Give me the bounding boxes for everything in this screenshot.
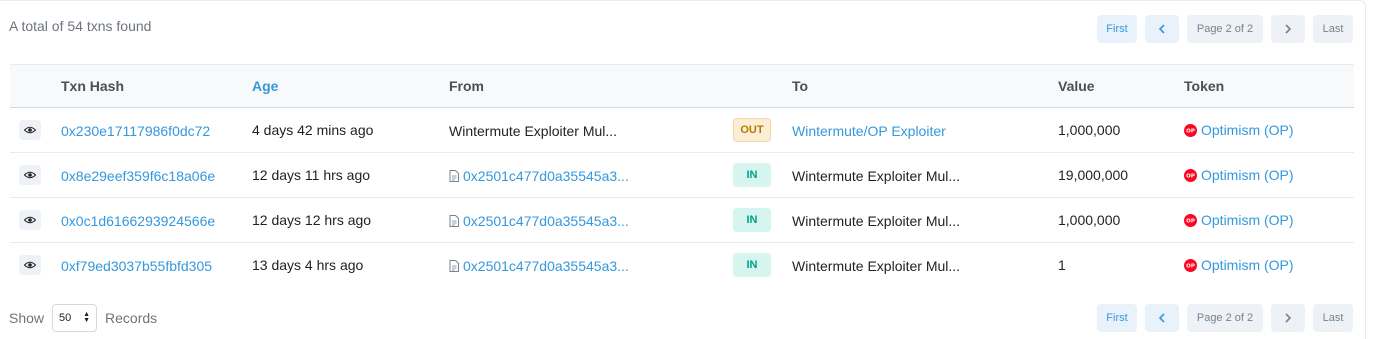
records-select-value: 50 (59, 312, 72, 324)
direction-badge: OUT (733, 118, 771, 142)
header-direction (733, 64, 792, 108)
header-to: To (792, 64, 1058, 108)
header-from: From (449, 64, 733, 108)
optimism-token-icon: OP (1184, 259, 1197, 273)
chevron-right-icon (1285, 24, 1292, 34)
contract-file-icon (449, 214, 459, 227)
table-row: 0x0c1d6166293924566e 12 days 12 hrs ago … (10, 198, 1354, 243)
eye-icon[interactable] (19, 165, 41, 185)
from-address-link[interactable]: 0x2501c477d0a35545a3... (463, 213, 629, 229)
chevron-right-icon (1285, 313, 1292, 323)
token-link[interactable]: Optimism (OP) (1201, 257, 1294, 273)
direction-badge: IN (733, 253, 771, 278)
page-info: Page 2 of 2 (1187, 15, 1263, 43)
from-address: Wintermute Exploiter Mul... (449, 122, 618, 139)
next-page-button[interactable] (1271, 15, 1305, 43)
records-label: Records (105, 310, 158, 326)
contract-file-icon (449, 259, 459, 272)
txn-value: 1 (1058, 257, 1066, 274)
contract-file-icon (449, 169, 459, 182)
token-link[interactable]: Optimism (OP) (1201, 167, 1294, 183)
chevron-left-icon (1158, 24, 1165, 34)
header-value: Value (1058, 64, 1184, 108)
svg-text:OP: OP (1186, 173, 1195, 179)
first-page-button[interactable]: First (1097, 15, 1137, 43)
header-preview (10, 64, 61, 108)
token-link[interactable]: Optimism (OP) (1201, 212, 1294, 228)
from-address-link[interactable]: 0x2501c477d0a35545a3... (463, 258, 629, 274)
txn-age: 12 days 12 hrs ago (252, 212, 372, 228)
eye-icon[interactable] (19, 210, 41, 230)
txn-hash-link[interactable]: 0x230e17117986f0dc72 (61, 123, 210, 139)
prev-page-button[interactable] (1145, 304, 1179, 332)
svg-text:OP: OP (1186, 218, 1195, 224)
prev-page-button[interactable] (1145, 15, 1179, 43)
token-link[interactable]: Optimism (OP) (1201, 122, 1294, 138)
direction-badge: IN (733, 208, 771, 232)
last-page-button[interactable]: Last (1313, 15, 1353, 43)
txn-age: 4 days 42 mins ago (252, 122, 374, 138)
table-row: 0x8e29eef359f6c18a06e 12 days 11 hrs ago… (10, 153, 1354, 198)
to-address: Wintermute Exploiter Mul... (792, 257, 961, 274)
select-caret-icon: ▲ ▼ (83, 311, 91, 324)
last-page-button[interactable]: Last (1313, 304, 1353, 332)
to-address: Wintermute Exploiter Mul... (792, 167, 961, 184)
table-row: 0x230e17117986f0dc72 4 days 42 mins ago … (10, 108, 1354, 153)
header-token: Token (1184, 64, 1354, 108)
from-address-link[interactable]: 0x2501c477d0a35545a3... (463, 168, 629, 184)
to-address: Wintermute Exploiter Mul... (792, 212, 961, 229)
page-info: Page 2 of 2 (1187, 304, 1263, 332)
optimism-token-icon: OP (1184, 213, 1197, 227)
pagination-bottom: First Page 2 of 2 Last (1097, 304, 1353, 332)
records-per-page: Show 50 ▲ ▼ Records (9, 304, 157, 332)
txn-value: 19,000,000 (1058, 167, 1129, 183)
txn-value: 1,000,000 (1058, 122, 1121, 138)
transactions-table: Txn Hash Age From To Value Token 0x230e1… (10, 64, 1354, 288)
chevron-left-icon (1158, 313, 1165, 323)
txn-count-summary: A total of 54 txns found (9, 18, 152, 34)
transactions-card: A total of 54 txns found First Page 2 of… (0, 0, 1366, 339)
txn-age: 12 days 11 hrs ago (252, 167, 371, 183)
eye-icon[interactable] (19, 255, 41, 276)
direction-badge: IN (733, 163, 771, 187)
pagination-top: First Page 2 of 2 Last (1097, 15, 1353, 43)
next-page-button[interactable] (1271, 304, 1305, 332)
txn-hash-link[interactable]: 0x8e29eef359f6c18a06e (61, 168, 215, 184)
txn-hash-link[interactable]: 0xf79ed3037b55fbfd305 (61, 258, 212, 274)
optimism-token-icon: OP (1184, 123, 1197, 137)
records-select[interactable]: 50 ▲ ▼ (52, 304, 98, 332)
optimism-token-icon: OP (1184, 168, 1197, 182)
to-address-link[interactable]: Wintermute/OP Exploiter (792, 123, 946, 139)
show-label: Show (9, 310, 45, 326)
txn-hash-link[interactable]: 0x0c1d6166293924566e (61, 213, 215, 229)
header-age[interactable]: Age (252, 64, 449, 108)
header-txn-hash: Txn Hash (61, 64, 252, 108)
table-header-row: Txn Hash Age From To Value Token (10, 64, 1354, 108)
txn-value: 1,000,000 (1058, 212, 1121, 228)
svg-text:OP: OP (1186, 264, 1195, 270)
svg-text:OP: OP (1186, 128, 1195, 134)
table-row: 0xf79ed3037b55fbfd305 13 days 4 hrs ago … (10, 243, 1354, 288)
eye-icon[interactable] (19, 120, 41, 140)
txn-age: 13 days 4 hrs ago (252, 257, 364, 274)
first-page-button[interactable]: First (1097, 304, 1137, 332)
